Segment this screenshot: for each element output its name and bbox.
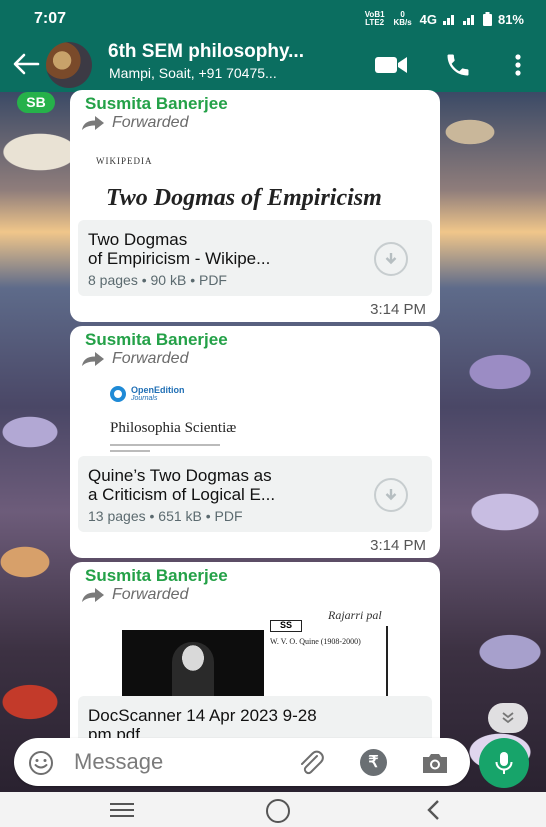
- emoji-icon[interactable]: [28, 750, 54, 776]
- scanned-divider: [386, 626, 388, 696]
- document-card[interactable]: Quine’s Two Dogmas as a Criticism of Log…: [78, 456, 432, 532]
- phone-call-icon[interactable]: [444, 51, 472, 79]
- forwarded-label: Forwarded: [82, 586, 188, 604]
- home-icon[interactable]: [266, 799, 290, 823]
- network-type: 4G: [419, 11, 437, 27]
- camera-icon[interactable]: [420, 750, 450, 776]
- back-arrow-icon[interactable]: [12, 52, 40, 76]
- message-composer: ₹: [14, 738, 470, 786]
- message-bubble[interactable]: Susmita Banerjee Forwarded Rajarri pal S…: [70, 562, 440, 748]
- message-time: 3:14 PM: [370, 301, 426, 318]
- double-chevron-down-icon: [502, 712, 514, 724]
- status-bar: 7:07 VoB1 LTE2 0 KB/s 4G 81%: [0, 0, 546, 38]
- preview-text-line: [110, 444, 220, 446]
- signal-2-icon: [462, 15, 474, 25]
- openedition-logo-icon: [110, 386, 126, 402]
- sender-name[interactable]: Susmita Banerjee: [85, 330, 228, 350]
- status-icons: VoB1 LTE2 0 KB/s 4G 81%: [364, 11, 524, 27]
- battery-icon: [482, 12, 492, 26]
- logo-text: OpenEdition: [131, 385, 185, 395]
- attachment-icon[interactable]: [297, 750, 325, 776]
- volte-indicator: VoB1 LTE2: [364, 10, 385, 27]
- more-vertical-icon[interactable]: [508, 50, 528, 80]
- group-avatar[interactable]: [46, 42, 92, 88]
- preview-source: WIKIPEDIA: [96, 156, 153, 166]
- forward-arrow-icon: [82, 116, 104, 130]
- microphone-icon: [495, 752, 513, 774]
- payment-rupee-icon[interactable]: ₹: [360, 749, 387, 776]
- status-time: 7:07: [34, 10, 67, 27]
- forwarded-text: Forwarded: [112, 350, 189, 367]
- document-card[interactable]: Two Dogmas of Empiricism - Wikipe... 8 p…: [78, 220, 432, 296]
- sender-avatar[interactable]: SB: [17, 92, 55, 113]
- system-nav-bar: [0, 792, 546, 827]
- forward-arrow-icon: [82, 588, 104, 602]
- sender-name[interactable]: Susmita Banerjee: [85, 566, 228, 586]
- sender-name[interactable]: Susmita Banerjee: [85, 94, 228, 114]
- voice-message-button[interactable]: [479, 738, 529, 788]
- forwarded-label: Forwarded: [82, 114, 188, 132]
- download-icon: [385, 489, 397, 501]
- message-bubble[interactable]: Susmita Banerjee Forwarded OpenEdition J…: [70, 326, 440, 558]
- video-call-icon[interactable]: [373, 54, 409, 76]
- forward-arrow-icon: [82, 352, 104, 366]
- chat-title[interactable]: 6th SEM philosophy...: [108, 41, 304, 63]
- preview-title: Philosophia Scientiæ: [110, 420, 237, 436]
- message-bubble[interactable]: Susmita Banerjee Forwarded WIKIPEDIA Two…: [70, 90, 440, 322]
- document-preview[interactable]: WIKIPEDIA Two Dogmas of Empiricism: [80, 140, 430, 220]
- nav-back-icon[interactable]: [424, 799, 442, 821]
- document-meta: 13 pages • 651 kB • PDF: [88, 508, 243, 524]
- document-preview[interactable]: Rajarri pal SS W. V. O. Quine (1908-2000…: [80, 608, 430, 696]
- document-preview[interactable]: OpenEdition Journals Philosophia Scienti…: [80, 378, 430, 456]
- signal-icon: [442, 15, 454, 25]
- preview-title: Two Dogmas of Empiricism: [106, 185, 382, 211]
- preview-text-line: [110, 450, 150, 452]
- chat-members[interactable]: Mampi, Soait, +91 70475...: [109, 65, 277, 81]
- forwarded-text: Forwarded: [112, 586, 189, 603]
- logo-subtext: Journals: [131, 395, 158, 402]
- handwritten-note: Rajarri pal: [328, 608, 382, 622]
- message-input[interactable]: [74, 746, 284, 778]
- message-time: 3:14 PM: [370, 537, 426, 554]
- forwarded-label: Forwarded: [82, 350, 188, 368]
- header: 7:07 VoB1 LTE2 0 KB/s 4G 81% 6th SEM phi…: [0, 0, 546, 92]
- recent-apps-icon[interactable]: [108, 802, 136, 818]
- download-button[interactable]: [374, 478, 408, 512]
- document-name: Two Dogmas of Empiricism - Wikipe...: [88, 230, 271, 268]
- data-speed-indicator: 0 KB/s: [393, 10, 412, 27]
- forwarded-text: Forwarded: [112, 114, 189, 131]
- scanned-photo: [122, 630, 264, 696]
- scanned-box: SS: [270, 620, 302, 632]
- document-meta: 8 pages • 90 kB • PDF: [88, 272, 227, 288]
- document-name: Quine’s Two Dogmas as a Criticism of Log…: [88, 466, 276, 504]
- app-bar: 6th SEM philosophy... Mampi, Soait, +91 …: [0, 38, 546, 92]
- scroll-to-bottom-button[interactable]: [488, 703, 528, 733]
- openedition-logo: OpenEdition Journals: [110, 386, 185, 402]
- download-button[interactable]: [374, 242, 408, 276]
- download-icon: [385, 253, 397, 265]
- scanned-text: W. V. O. Quine (1908-2000): [270, 637, 361, 646]
- battery-percent: 81%: [497, 11, 524, 27]
